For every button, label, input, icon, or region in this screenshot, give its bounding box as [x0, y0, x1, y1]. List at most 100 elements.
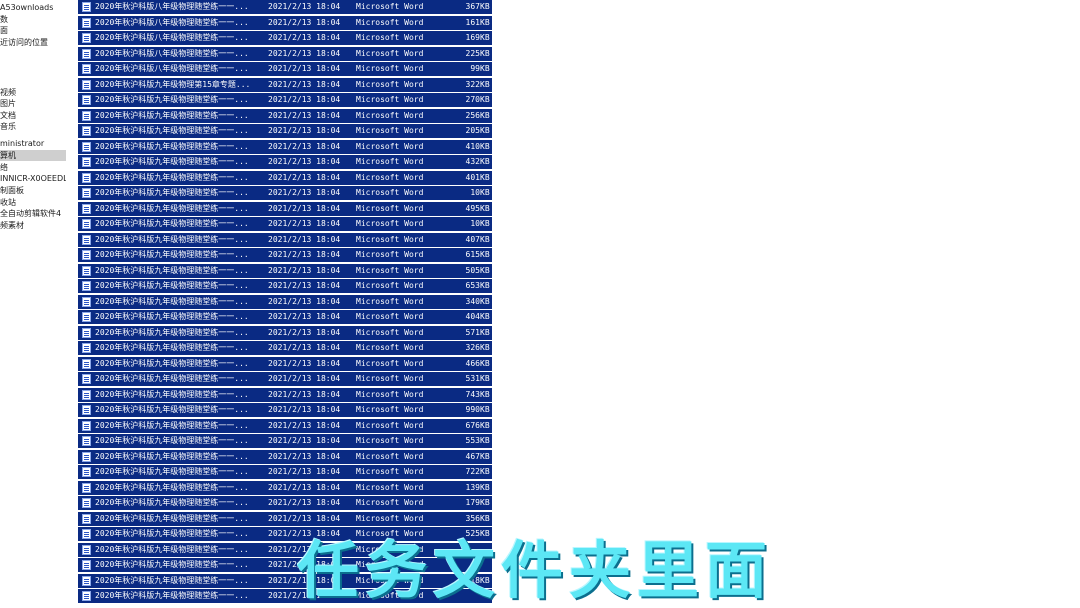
file-size: 225 [465, 49, 480, 58]
file-size: 356 [465, 514, 480, 523]
file-row[interactable]: 2020年秋沪科版九年级物理随堂练一一... 2021/2/13 18:04 Mic… [78, 326, 492, 340]
file-row[interactable]: 2020年秋沪科版九年级物理随堂练一一... 2021/2/13 18:04 Mic… [78, 109, 492, 123]
file-row[interactable]: 2020年秋沪科版九年级物理随堂练一一... 2021/2/13 18:04 Mic… [78, 388, 492, 402]
file-row[interactable]: 2020年秋沪科版九年级物理随堂练一一... 2021/2/13 18:04 Mic… [78, 465, 492, 479]
file-row[interactable]: 2020年秋沪科版九年级物理随堂练一一... 2021/2/13 18:04 Mic… [78, 403, 492, 417]
nav-item[interactable]: INNICR-X0OEEDL [0, 173, 66, 184]
file-date: 2021/2/13 18:04 [268, 312, 341, 321]
file-type: Microsoft Word [356, 483, 424, 492]
nav-item[interactable]: 面 [0, 25, 66, 36]
file-type: Microsoft Word [356, 111, 424, 120]
nav-item[interactable]: 近访问的位置 [0, 37, 66, 48]
nav-item[interactable] [0, 54, 66, 65]
nav-item[interactable]: 制面板 [0, 185, 66, 196]
nav-item[interactable]: 数 [0, 14, 66, 25]
nav-item[interactable]: 全自动剪辑软件4 [0, 208, 66, 219]
file-size-unit: KB [480, 421, 490, 430]
word-document-icon [82, 188, 91, 198]
nav-item[interactable]: 络 [0, 162, 66, 173]
file-size: 340 [465, 297, 480, 306]
nav-item[interactable]: 收站 [0, 197, 66, 208]
nav-item[interactable]: ministrator [0, 138, 66, 149]
nav-item[interactable] [0, 66, 66, 77]
nav-item[interactable]: 算机 [0, 150, 66, 161]
file-row[interactable]: 2020年秋沪科版九年级物理随堂练一一... 2021/2/13 18:04 Mic… [78, 233, 492, 247]
file-row[interactable]: 2020年秋沪科版九年级物理随堂练一一... 2021/2/13 18:04 Mic… [78, 481, 492, 495]
file-type: Microsoft Word [356, 126, 424, 135]
file-date: 2021/2/13 18:04 [268, 33, 341, 42]
file-size: 169 [465, 33, 480, 42]
file-name: 2020年秋沪科版八年级物理随堂练一一... [95, 18, 249, 27]
file-name: 2020年秋沪科版九年级物理随堂练一一... [95, 297, 249, 306]
file-row[interactable]: 2020年秋沪科版九年级物理随堂练一一... 2021/2/13 18:04 Mic… [78, 434, 492, 448]
file-row[interactable]: 2020年秋沪科版九年级物理随堂练一一... 2021/2/13 18:04 Mic… [78, 155, 492, 169]
file-row[interactable]: 2020年秋沪科版九年级物理随堂练一一... 2021/2/13 18:04 Mic… [78, 496, 492, 510]
file-date: 2021/2/13 18:04 [268, 157, 341, 166]
file-size-unit: KB [480, 436, 490, 445]
file-name: 2020年秋沪科版九年级物理随堂练一一... [95, 514, 249, 523]
file-size-unit: KB [480, 95, 490, 104]
file-row[interactable]: 2020年秋沪科版九年级物理随堂练一一... 2021/2/13 18:04 Mic… [78, 310, 492, 324]
file-size: 161 [465, 18, 480, 27]
file-size-unit: KB [480, 390, 490, 399]
file-row[interactable]: 2020年秋沪科版八年级物理随堂练一一... 2021/2/13 18:04 Mic… [78, 0, 492, 14]
file-row[interactable]: 2020年秋沪科版九年级物理随堂练一一... 2021/2/13 18:04 Mic… [78, 279, 492, 293]
file-type: Microsoft Word [356, 219, 424, 228]
nav-item[interactable]: 视频 [0, 87, 66, 98]
file-row[interactable]: 2020年秋沪科版九年级物理随堂练一一... 2021/2/13 18:04 Mic… [78, 93, 492, 107]
nav-item[interactable]: 图片 [0, 98, 66, 109]
file-row[interactable]: 2020年秋沪科版九年级物理随堂练一一... 2021/2/13 18:04 Mic… [78, 202, 492, 216]
file-type: Microsoft Word [356, 18, 424, 27]
file-row[interactable]: 2020年秋沪科版九年级物理随堂练一一... 2021/2/13 18:04 Mic… [78, 512, 492, 526]
file-row[interactable]: 2020年秋沪科版八年级物理随堂练一一... 2021/2/13 18:04 Mic… [78, 62, 492, 76]
file-size-unit: KB [480, 80, 490, 89]
file-row[interactable]: 2020年秋沪科版九年级物理随堂练一一... 2021/2/13 18:04 Mic… [78, 264, 492, 278]
nav-item[interactable]: 音乐 [0, 121, 66, 132]
file-size: 99 [470, 64, 480, 73]
file-date: 2021/2/13 18:04 [268, 18, 341, 27]
file-type: Microsoft Word [356, 204, 424, 213]
file-name: 2020年秋沪科版九年级物理随堂练一一... [95, 498, 249, 507]
pane-splitter[interactable] [66, 0, 78, 608]
file-size: 10 [470, 219, 480, 228]
file-size-unit: KB [480, 49, 490, 58]
file-row[interactable]: 2020年秋沪科版八年级物理随堂练一一... 2021/2/13 18:04 Mic… [78, 16, 492, 30]
file-type: Microsoft Word [356, 157, 424, 166]
word-document-icon [82, 157, 91, 167]
file-date: 2021/2/13 18:04 [268, 80, 341, 89]
file-row[interactable]: 2020年秋沪科版九年级物理随堂练一一... 2021/2/13 18:04 Mic… [78, 419, 492, 433]
file-size-unit: KB [480, 312, 490, 321]
file-row[interactable]: 2020年秋沪科版八年级物理随堂练一一... 2021/2/13 18:04 Mic… [78, 31, 492, 45]
file-size-unit: KB [480, 452, 490, 461]
file-size-unit: KB [480, 219, 490, 228]
file-name: 2020年秋沪科版九年级物理随堂练一一... [95, 436, 249, 445]
file-row[interactable]: 2020年秋沪科版九年级物理随堂练一一... 2021/2/13 18:04 Mic… [78, 186, 492, 200]
word-document-icon [82, 421, 91, 431]
file-size: 256 [465, 111, 480, 120]
file-row[interactable]: 2020年秋沪科版九年级物理随堂练一一... 2021/2/13 18:04 Mic… [78, 171, 492, 185]
file-row[interactable]: 2020年秋沪科版九年级物理随堂练一一... 2021/2/13 18:04 Mic… [78, 248, 492, 262]
file-size-unit: KB [480, 18, 490, 27]
file-row[interactable]: 2020年秋沪科版九年级物理随堂练一一... 2021/2/13 18:04 Mic… [78, 140, 492, 154]
file-row[interactable]: 2020年秋沪科版九年级物理第15章专题... 2021/2/13 18:04 Mi… [78, 78, 492, 92]
file-row[interactable]: 2020年秋沪科版九年级物理随堂练一一... 2021/2/13 18:04 Mic… [78, 217, 492, 231]
file-row[interactable]: 2020年秋沪科版九年级物理随堂练一一... 2021/2/13 18:04 Mic… [78, 357, 492, 371]
file-row[interactable]: 2020年秋沪科版九年级物理随堂练一一... 2021/2/13 18:04 Mic… [78, 341, 492, 355]
nav-item[interactable]: 文档 [0, 110, 66, 121]
nav-item[interactable]: 频素材 [0, 220, 66, 231]
word-document-icon [82, 281, 91, 291]
file-name: 2020年秋沪科版九年级物理随堂练一一... [95, 576, 249, 585]
file-size-unit: KB [480, 173, 490, 182]
file-size: 553 [465, 436, 480, 445]
file-size: 179 [465, 498, 480, 507]
file-name: 2020年秋沪科版八年级物理随堂练一一... [95, 64, 249, 73]
file-row[interactable]: 2020年秋沪科版九年级物理随堂练一一... 2021/2/13 18:04 Mic… [78, 124, 492, 138]
word-document-icon [82, 436, 91, 446]
file-size: 467 [465, 452, 480, 461]
file-row[interactable]: 2020年秋沪科版九年级物理随堂练一一... 2021/2/13 18:04 Mic… [78, 372, 492, 386]
file-row[interactable]: 2020年秋沪科版九年级物理随堂练一一... 2021/2/13 18:04 Mic… [78, 450, 492, 464]
nav-item[interactable]: A53ownloads [0, 2, 66, 13]
file-date: 2021/2/13 18:04 [268, 250, 341, 259]
file-row[interactable]: 2020年秋沪科版九年级物理随堂练一一... 2021/2/13 18:04 Mic… [78, 295, 492, 309]
file-row[interactable]: 2020年秋沪科版八年级物理随堂练一一... 2021/2/13 18:04 Mic… [78, 47, 492, 61]
